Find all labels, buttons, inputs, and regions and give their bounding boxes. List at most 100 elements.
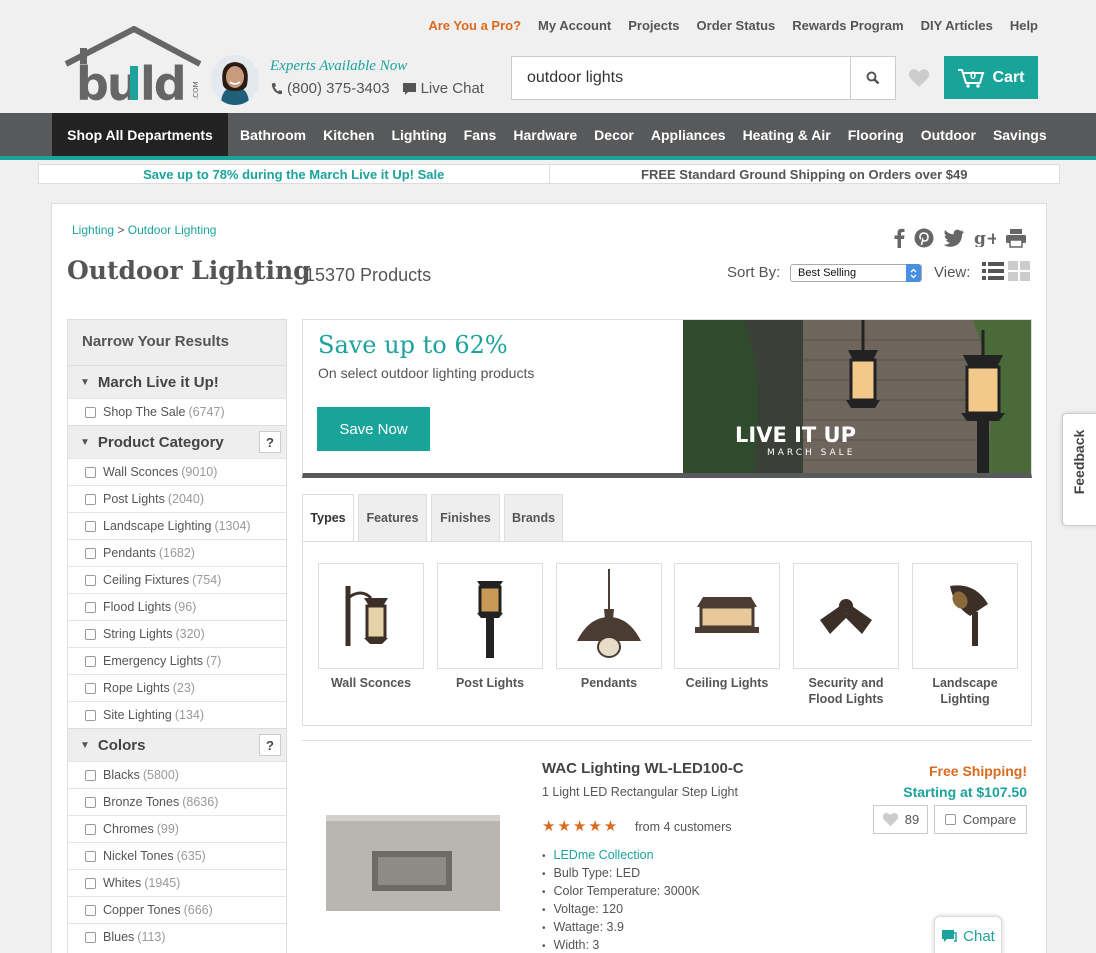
checkbox[interactable] xyxy=(85,850,96,862)
favorites-heart-icon[interactable] xyxy=(908,68,930,93)
shop-all-departments[interactable]: Shop All Departments xyxy=(52,113,228,156)
nav-flooring[interactable]: Flooring xyxy=(848,127,904,143)
checkbox[interactable] xyxy=(85,769,96,781)
filter-item[interactable]: Flood Lights (96) xyxy=(68,593,286,620)
tab-features[interactable]: Features xyxy=(358,494,427,542)
chat-widget-button[interactable]: Chat xyxy=(934,916,1002,953)
product-image[interactable] xyxy=(322,811,504,921)
tab-types[interactable]: Types xyxy=(302,494,354,542)
list-view-icon[interactable] xyxy=(982,261,1004,281)
filter-item[interactable]: Post Lights (2040) xyxy=(68,485,286,512)
filter-section-march-live-it-up[interactable]: ▼ March Live it Up! xyxy=(68,365,286,398)
type-card-ceiling-lights[interactable]: Ceiling Lights xyxy=(674,563,780,691)
favorite-button[interactable]: 89 xyxy=(873,805,928,834)
feedback-tab[interactable]: Feedback xyxy=(1062,413,1096,526)
filter-item[interactable]: Bronze Tones (8636) xyxy=(68,788,286,815)
order-status-link[interactable]: Order Status xyxy=(697,18,776,33)
filter-item[interactable]: Landscape Lighting (1304) xyxy=(68,512,286,539)
sale-promo-link[interactable]: Save up to 78% during the March Live it … xyxy=(39,165,550,183)
nav-lighting[interactable]: Lighting xyxy=(391,127,446,143)
filter-item[interactable]: Nickel Tones (635) xyxy=(68,842,286,869)
filter-item[interactable]: Shop The Sale (6747) xyxy=(68,398,286,425)
checkbox[interactable] xyxy=(85,574,96,586)
pro-link[interactable]: Are You a Pro? xyxy=(428,18,521,33)
shipping-promo-link[interactable]: FREE Standard Ground Shipping on Orders … xyxy=(550,165,1060,183)
search-button[interactable] xyxy=(850,57,895,99)
nav-appliances[interactable]: Appliances xyxy=(651,127,726,143)
checkbox[interactable] xyxy=(85,466,96,478)
filter-item[interactable]: Copper Tones (666) xyxy=(68,896,286,923)
filter-section-colors[interactable]: ▼ Colors? xyxy=(68,728,286,761)
nav-heating-air[interactable]: Heating & Air xyxy=(743,127,831,143)
help-link[interactable]: Help xyxy=(1010,18,1038,33)
my-account-link[interactable]: My Account xyxy=(538,18,611,33)
filter-item[interactable]: Rope Lights (23) xyxy=(68,674,286,701)
print-icon[interactable] xyxy=(1005,228,1027,248)
nav-savings[interactable]: Savings xyxy=(993,127,1047,143)
compare-button[interactable]: Compare xyxy=(934,805,1027,834)
checkbox[interactable] xyxy=(85,904,96,916)
search-input[interactable] xyxy=(512,57,850,99)
build-logo[interactable]: bu ld .COM xyxy=(64,25,204,111)
live-chat-link[interactable]: Live Chat xyxy=(402,80,484,97)
checkbox[interactable] xyxy=(85,931,96,943)
checkbox[interactable] xyxy=(85,601,96,613)
type-card-landscape-lighting[interactable]: Landscape Lighting xyxy=(912,563,1018,707)
sort-select[interactable]: Best Selling xyxy=(790,264,922,282)
nav-hardware[interactable]: Hardware xyxy=(513,127,577,143)
checkbox[interactable] xyxy=(85,520,96,532)
google-plus-icon[interactable]: g+ xyxy=(974,229,996,247)
checkbox[interactable] xyxy=(85,547,96,559)
grid-view-icon[interactable] xyxy=(1008,261,1030,281)
compare-checkbox[interactable] xyxy=(944,814,956,825)
type-card-post-lights[interactable]: Post Lights xyxy=(437,563,543,691)
save-now-button[interactable]: Save Now xyxy=(317,407,430,451)
product-name-link[interactable]: WAC Lighting WL-LED100-C xyxy=(542,760,744,777)
review-count[interactable]: from 4 customers xyxy=(635,820,732,834)
filter-item[interactable]: Wall Sconces (9010) xyxy=(68,458,286,485)
sale-banner[interactable]: Save up to 62% On select outdoor lightin… xyxy=(302,319,1032,478)
breadcrumb-outdoor-lighting[interactable]: Outdoor Lighting xyxy=(128,223,217,237)
pinterest-icon[interactable] xyxy=(914,228,934,248)
checkbox[interactable] xyxy=(85,682,96,694)
nav-kitchen[interactable]: Kitchen xyxy=(323,127,374,143)
rewards-link[interactable]: Rewards Program xyxy=(792,18,903,33)
checkbox[interactable] xyxy=(85,628,96,640)
filter-item[interactable]: Pendants (1682) xyxy=(68,539,286,566)
checkbox[interactable] xyxy=(85,877,96,889)
filter-item[interactable]: Whites (1945) xyxy=(68,869,286,896)
checkbox[interactable] xyxy=(85,796,96,808)
diy-articles-link[interactable]: DIY Articles xyxy=(921,18,993,33)
checkbox[interactable] xyxy=(85,406,96,418)
checkbox[interactable] xyxy=(85,823,96,835)
checkbox[interactable] xyxy=(85,493,96,505)
projects-link[interactable]: Projects xyxy=(628,18,679,33)
phone-link[interactable]: (800) 375-3403 xyxy=(271,80,390,97)
type-card-security-flood-lights[interactable]: Security and Flood Lights xyxy=(793,563,899,707)
help-button[interactable]: ? xyxy=(259,734,281,756)
nav-bathroom[interactable]: Bathroom xyxy=(240,127,306,143)
filter-item[interactable]: Ceiling Fixtures (754) xyxy=(68,566,286,593)
nav-fans[interactable]: Fans xyxy=(464,127,497,143)
nav-outdoor[interactable]: Outdoor xyxy=(921,127,976,143)
facebook-icon[interactable] xyxy=(893,228,905,248)
filter-item[interactable]: Blacks (5800) xyxy=(68,761,286,788)
filter-item[interactable]: Chromes (99) xyxy=(68,815,286,842)
filter-section-product-category[interactable]: ▼ Product Category? xyxy=(68,425,286,458)
type-card-pendants[interactable]: Pendants xyxy=(556,563,662,691)
type-card-wall-sconces[interactable]: Wall Sconces xyxy=(318,563,424,691)
help-button[interactable]: ? xyxy=(259,431,281,453)
tab-brands[interactable]: Brands xyxy=(504,494,563,542)
filter-item[interactable]: String Lights (320) xyxy=(68,620,286,647)
twitter-icon[interactable] xyxy=(943,229,965,247)
nav-decor[interactable]: Decor xyxy=(594,127,634,143)
rating-stars[interactable]: ★★★★★ xyxy=(542,817,619,835)
checkbox[interactable] xyxy=(85,655,96,667)
tab-finishes[interactable]: Finishes xyxy=(431,494,500,542)
checkbox[interactable] xyxy=(85,709,96,721)
cart-button[interactable]: 0 Cart xyxy=(944,56,1038,99)
filter-item[interactable]: Site Lighting (134) xyxy=(68,701,286,728)
filter-item[interactable]: Blues (113) xyxy=(68,923,286,950)
filter-item[interactable]: Emergency Lights (7) xyxy=(68,647,286,674)
breadcrumb-lighting[interactable]: Lighting xyxy=(72,223,114,237)
